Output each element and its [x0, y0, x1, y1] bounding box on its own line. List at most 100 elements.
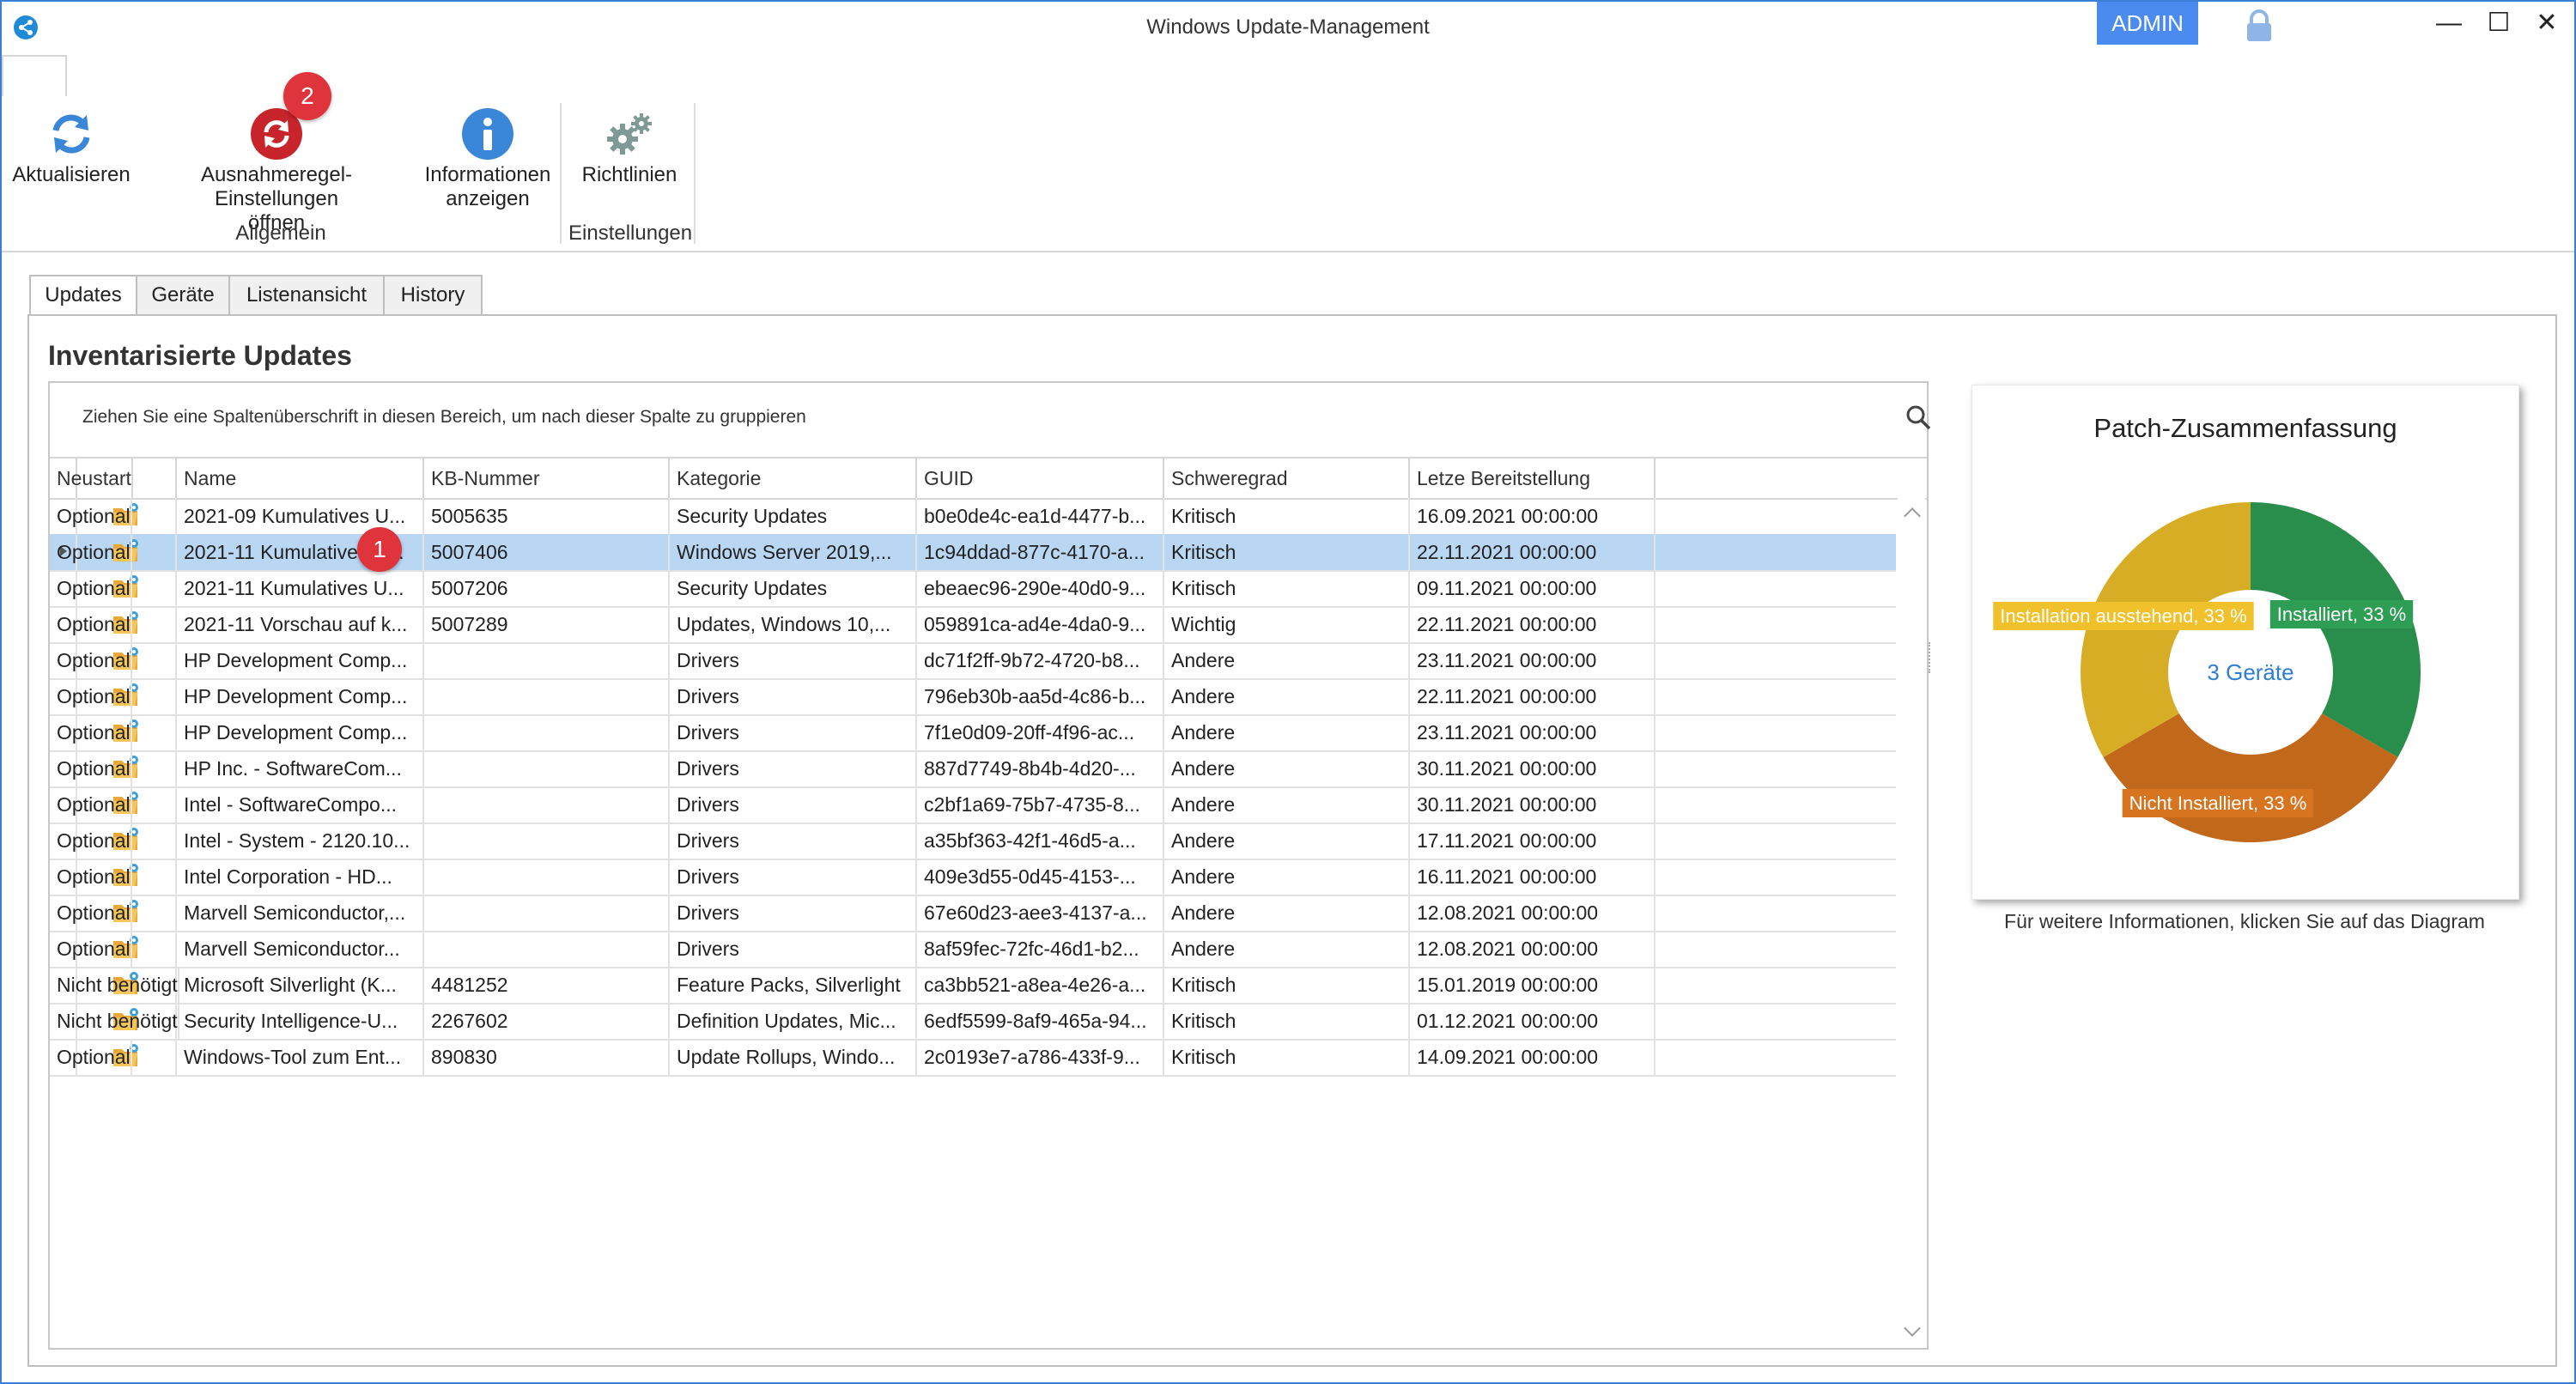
- scroll-up-icon[interactable]: [1904, 507, 1921, 525]
- cell-guid: c2bf1a69-75b7-4735-8...: [917, 786, 1164, 823]
- table-row[interactable]: Security Intelligence-U... 2267602 Definit…: [50, 1003, 1896, 1041]
- search-icon[interactable]: [1905, 404, 1932, 431]
- column-header[interactable]: Kategorie: [670, 458, 917, 498]
- cell-name: Intel - SoftwareCompo...: [177, 786, 424, 823]
- cell-guid: 059891ca-ad4e-4da0-9...: [917, 606, 1164, 642]
- table-row[interactable]: Windows-Tool zum Ent... 890830 Update Roll…: [50, 1039, 1896, 1077]
- cell-name: HP Development Comp...: [177, 714, 424, 750]
- table-row[interactable]: HP Inc. - SoftwareCom... Drivers 887d7749-…: [50, 750, 1896, 788]
- cell-schweregrad: Andere: [1164, 895, 1410, 931]
- cell-neustart: Optional: [50, 678, 132, 714]
- cell-kategorie: Definition Updates, Mic...: [670, 1003, 917, 1039]
- cell-schweregrad: Kritisch: [1164, 534, 1410, 570]
- table-row[interactable]: Marvell Semiconductor,... Drivers 67e60d23…: [50, 895, 1896, 932]
- exceptions-settings-button[interactable]: Ausnahmeregel-Einstellungen öffnen: [139, 106, 414, 235]
- table-row[interactable]: 2021-11 Vorschau auf k... 5007289 Updates,…: [50, 606, 1896, 644]
- group-separator: [694, 103, 696, 244]
- cell-kb-nummer: [424, 931, 670, 967]
- cell-neustart: Optional: [50, 714, 132, 750]
- cell-schweregrad: Kritisch: [1164, 1039, 1410, 1075]
- cell-schweregrad: Andere: [1164, 931, 1410, 967]
- cell-guid: 409e3d55-0d45-4153-...: [917, 859, 1164, 895]
- cell-kategorie: Security Updates: [670, 498, 917, 534]
- cell-kb-nummer: [424, 714, 670, 750]
- table-row[interactable]: 2021-11 Kumulatives U... 5007206 Security …: [50, 570, 1896, 608]
- column-header[interactable]: Letze Bereitstellung: [1410, 458, 1656, 498]
- cell-neustart: Optional: [50, 931, 132, 967]
- table-row[interactable]: Intel - SoftwareCompo... Drivers c2bf1a69-…: [50, 786, 1896, 824]
- cell-kb-nummer: [424, 823, 670, 859]
- table-row[interactable]: HP Development Comp... Drivers dc71f2ff-9b…: [50, 642, 1896, 680]
- cell-kb-nummer: 5007206: [424, 570, 670, 606]
- cell-letze-bereitstellung: 23.11.2021 00:00:00: [1410, 714, 1656, 750]
- cell-neustart: Optional: [50, 570, 132, 606]
- cell-schweregrad: Andere: [1164, 859, 1410, 895]
- cell-schweregrad: Kritisch: [1164, 570, 1410, 606]
- cell-letze-bereitstellung: 12.08.2021 00:00:00: [1410, 895, 1656, 931]
- cell-letze-bereitstellung: 22.11.2021 00:00:00: [1410, 534, 1656, 570]
- patch-summary-panel[interactable]: Patch-Zusammenfassung 3 Geräte Installier…: [1971, 385, 2519, 900]
- cell-kategorie: Drivers: [670, 859, 917, 895]
- cell-guid: 2c0193e7-a786-433f-9...: [917, 1039, 1164, 1075]
- info-label-line2: anzeigen: [446, 187, 530, 210]
- donut-center-label: 3 Geräte: [2207, 659, 2293, 685]
- table-row[interactable]: Marvell Semiconductor... Drivers 8af59fec-…: [50, 931, 1896, 968]
- cell-kategorie: Windows Server 2019,...: [670, 534, 917, 570]
- panel-splitter[interactable]: [1929, 642, 1934, 673]
- slice-label: Installiert, 33 %: [2269, 600, 2414, 628]
- cell-letze-bereitstellung: 09.11.2021 00:00:00: [1410, 570, 1656, 606]
- policies-button[interactable]: Richtlinien: [568, 106, 690, 187]
- column-header[interactable]: Name: [177, 458, 424, 498]
- admin-badge[interactable]: ADMIN: [2097, 2, 2198, 45]
- table-row[interactable]: 2021-11 Kumulatives U... 5007406 Windows S…: [50, 527, 1896, 572]
- cell-letze-bereitstellung: 14.09.2021 00:00:00: [1410, 1039, 1656, 1075]
- table-row[interactable]: Intel - System - 2120.10... Drivers a35bf3…: [50, 823, 1896, 860]
- column-header[interactable]: KB-Nummer: [424, 458, 670, 498]
- tab-history[interactable]: History: [383, 275, 483, 316]
- close-button[interactable]: ✕: [2521, 3, 2573, 43]
- patch-donut-chart[interactable]: 3 Geräte Installiert, 33 % Nicht Installie…: [1972, 385, 2518, 899]
- table-row[interactable]: Intel Corporation - HD... Drivers 409e3d55…: [50, 859, 1896, 896]
- maximize-button[interactable]: ☐: [2473, 3, 2524, 43]
- cell-guid: a35bf363-42f1-46d5-a...: [917, 823, 1164, 859]
- column-header[interactable]: GUID: [917, 458, 1164, 498]
- cell-schweregrad: Wichtig: [1164, 606, 1410, 642]
- tab-listenansicht[interactable]: Listenansicht: [228, 275, 385, 316]
- cell-kategorie: Drivers: [670, 895, 917, 931]
- cell-kategorie: Drivers: [670, 642, 917, 678]
- cell-neustart: Optional: [50, 750, 132, 786]
- lock-icon[interactable]: [2245, 9, 2274, 43]
- refresh-button[interactable]: Aktualisieren: [9, 106, 134, 187]
- column-header[interactable]: Schweregrad: [1164, 458, 1410, 498]
- slice-label-text: Nicht Installiert, 33 %: [2129, 792, 2307, 814]
- group-separator: [560, 103, 562, 244]
- cell-neustart: Optional: [50, 642, 132, 678]
- cell-kategorie: Feature Packs, Silverlight: [670, 967, 917, 1003]
- cell-guid: 8af59fec-72fc-46d1-b2...: [917, 931, 1164, 967]
- cell-name: Windows-Tool zum Ent...: [177, 1039, 424, 1075]
- show-information-button[interactable]: Informationen anzeigen: [419, 106, 556, 211]
- cell-schweregrad: Andere: [1164, 750, 1410, 786]
- cell-kb-nummer: 5007289: [424, 606, 670, 642]
- minimize-button[interactable]: —: [2423, 3, 2475, 43]
- section-title: Inventarisierte Updates: [48, 340, 352, 371]
- cell-kb-nummer: [424, 678, 670, 714]
- table-row[interactable]: HP Development Comp... Drivers 796eb30b-aa…: [50, 678, 1896, 716]
- cell-letze-bereitstellung: 30.11.2021 00:00:00: [1410, 750, 1656, 786]
- scroll-down-icon[interactable]: [1904, 1320, 1921, 1337]
- cell-name: HP Development Comp...: [177, 642, 424, 678]
- tab-updates[interactable]: Updates: [29, 275, 137, 318]
- cell-kb-nummer: 5005635: [424, 498, 670, 534]
- group-by-hint[interactable]: Ziehen Sie eine Spaltenüberschrift in di…: [82, 407, 806, 428]
- grid-header: Name KB-Nummer Kategorie GUID Schweregrad Let…: [50, 457, 1927, 500]
- table-row[interactable]: HP Development Comp... Drivers 7f1e0d09-20…: [50, 714, 1896, 752]
- cell-kb-nummer: 5007406: [424, 534, 670, 570]
- tab-geraete[interactable]: Geräte: [136, 275, 230, 316]
- info-label-line1: Informationen: [424, 163, 551, 186]
- vertical-scrollbar[interactable]: [1898, 498, 1925, 1346]
- cell-name: Marvell Semiconductor,...: [177, 895, 424, 931]
- table-row[interactable]: 2021-09 Kumulatives U... 5005635 Security …: [50, 498, 1896, 536]
- column-header[interactable]: Neustart: [50, 458, 133, 498]
- ribbon-tab[interactable]: [2, 55, 67, 100]
- table-row[interactable]: Microsoft Silverlight (K... 4481252 Featur…: [50, 967, 1896, 1005]
